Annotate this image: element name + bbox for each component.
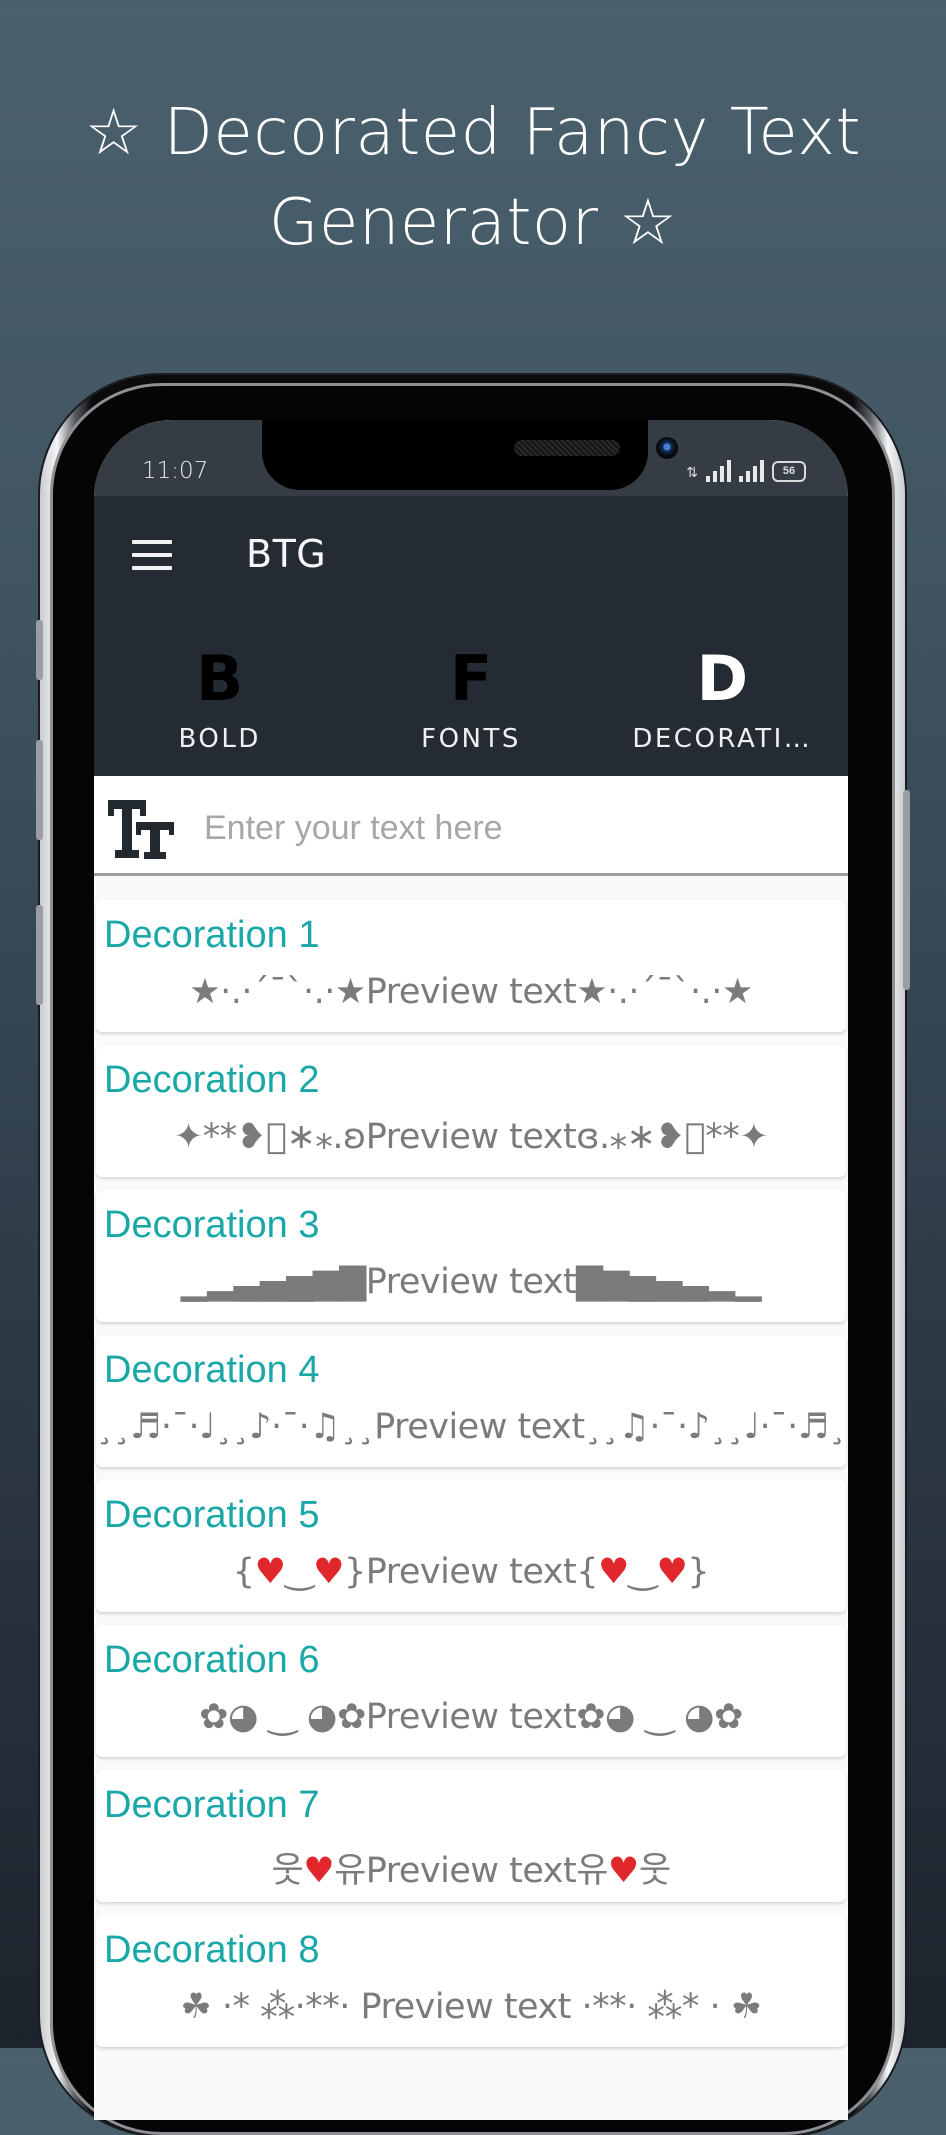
tab-label: FONTS [421, 724, 521, 754]
phone-side-button [36, 905, 43, 1005]
fonts-f-icon: F [449, 642, 493, 715]
decoration-card[interactable]: Decoration 4 ¸¸♬·¯·♩¸¸♪·¯·♫¸¸Preview tex… [96, 1335, 846, 1467]
decoration-preview: {♥‿♥}Preview text{♥‿♥} [232, 1552, 710, 1592]
decoration-card[interactable]: Decoration 7 웃♥유Preview text유♥웃 [96, 1770, 846, 1902]
heart-icon: ♥ [597, 1552, 629, 1592]
promo-title-line-2: Generator ☆ [268, 186, 678, 260]
tab-bar: B BOLD F FONTS D DECORATI… [94, 616, 848, 776]
battery-icon: 56 [772, 461, 806, 482]
decoration-title: Decoration 1 [104, 914, 320, 956]
status-icons: ⇅ 56 [686, 456, 806, 482]
phone-power-button [903, 790, 910, 990]
decoration-preview: ¸¸♬·¯·♩¸¸♪·¯·♫¸¸Preview text¸¸♫·¯·♪¸¸♩·¯… [96, 1407, 846, 1447]
decorations-d-icon: D [696, 642, 749, 715]
promo-title-line-1: ☆ Decorated Fancy Text [84, 96, 862, 170]
promo-title: ☆ Decorated Fancy Text Generator ☆ [0, 88, 946, 268]
decoration-preview: ▁▂▃▄▅▆▇Preview text▇▆▅▄▃▂▁ [180, 1262, 762, 1302]
text-size-icon [108, 800, 174, 859]
heart-icon: ♥ [607, 1851, 639, 1891]
decoration-preview: ✿◕ ‿ ◕✿Preview text✿◕ ‿ ◕✿ [199, 1697, 743, 1737]
decoration-title: Decoration 4 [104, 1349, 320, 1391]
decoration-title: Decoration 3 [104, 1204, 320, 1246]
signal-strength-icon-2 [739, 460, 764, 482]
heart-icon: ♥ [656, 1552, 688, 1592]
tab-label: BOLD [178, 724, 261, 754]
decoration-card[interactable]: Decoration 3 ▁▂▃▄▅▆▇Preview text▇▆▅▄▃▂▁ [96, 1190, 846, 1322]
bold-b-icon: B [196, 642, 244, 715]
phone-volume-down-button [36, 740, 43, 840]
tab-label: DECORATI… [632, 724, 813, 754]
phone-notch [262, 420, 678, 490]
tab-bold[interactable]: B BOLD [94, 616, 345, 776]
decoration-list[interactable]: Decoration 1 ★·.·´¯`·.·★Preview text★·.·… [94, 876, 848, 2120]
tab-decorations[interactable]: D DECORATI… [597, 616, 848, 776]
decoration-preview: ★·.·´¯`·.·★Preview text★·.·´¯`·.·★ [189, 972, 753, 1012]
app-bar: BTG [94, 496, 848, 616]
status-time: 11:07 [142, 458, 209, 484]
phone-volume-up-button [36, 620, 43, 680]
decoration-card[interactable]: Decoration 6 ✿◕ ‿ ◕✿Preview text✿◕ ‿ ◕✿ [96, 1625, 846, 1757]
decoration-title: Decoration 2 [104, 1059, 320, 1101]
decoration-preview: ☘ ·* ⁂·**· Preview text ·**· ⁂* · ☘ [180, 1987, 762, 2027]
decoration-title: Decoration 8 [104, 1929, 320, 1971]
decoration-title: Decoration 6 [104, 1639, 320, 1681]
decoration-card[interactable]: Decoration 1 ★·.·´¯`·.·★Preview text★·.·… [96, 900, 846, 1032]
heart-icon: ♥ [303, 1851, 335, 1891]
decoration-card[interactable]: Decoration 5 {♥‿♥}Preview text{♥‿♥} [96, 1480, 846, 1612]
decoration-title: Decoration 5 [104, 1494, 320, 1536]
hamburger-menu-icon[interactable] [132, 540, 172, 570]
heart-icon: ♥ [313, 1552, 344, 1592]
decoration-title: Decoration 7 [104, 1784, 320, 1826]
heart-icon: ♥ [254, 1552, 286, 1592]
phone-screen: 11:07 ⇅ 56 BTG B BOLD F FONTS D DECORATI… [94, 420, 848, 2120]
front-camera [656, 437, 678, 459]
text-input[interactable] [202, 792, 826, 864]
signal-strength-icon-1 [706, 460, 731, 482]
decoration-preview: 웃♥유Preview text유♥웃 [271, 1851, 671, 1891]
decoration-preview: ✦**❥⃝∗⁎.ʚPreview textɞ.⁎∗❥⃝**✦ [173, 1117, 769, 1157]
earpiece-speaker [514, 440, 620, 456]
decoration-card[interactable]: Decoration 8 ☘ ·* ⁂·**· Preview text ·**… [96, 1915, 846, 2047]
text-input-bar [94, 778, 848, 876]
tab-fonts[interactable]: F FONTS [345, 616, 596, 776]
app-title: BTG [246, 532, 327, 576]
decoration-card[interactable]: Decoration 2 ✦**❥⃝∗⁎.ʚPreview textɞ.⁎∗❥⃝… [96, 1045, 846, 1177]
network-speed-icon: ⇅ [686, 464, 698, 480]
